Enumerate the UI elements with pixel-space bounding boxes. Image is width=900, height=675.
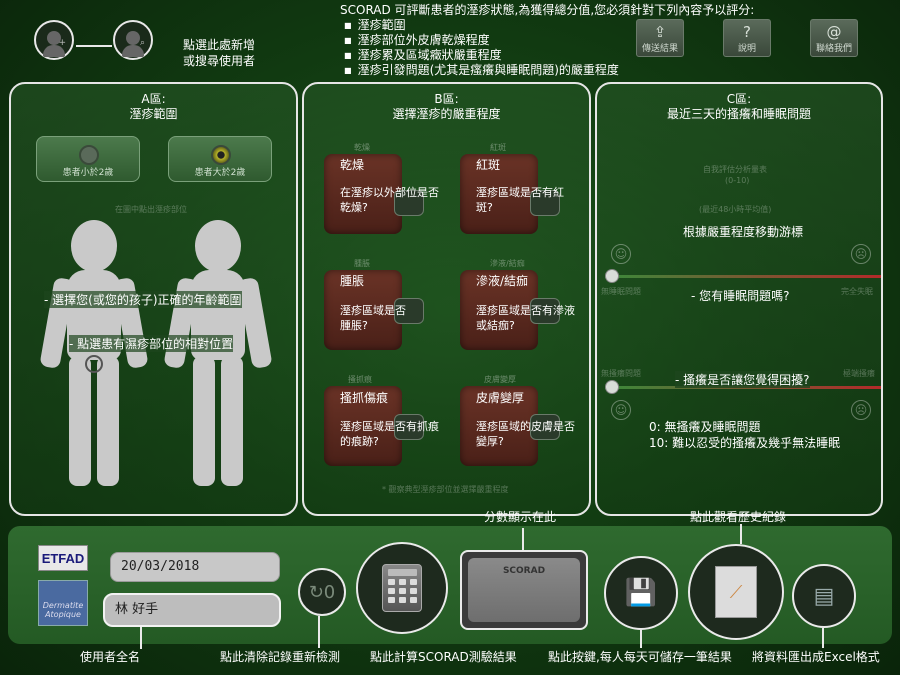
radio-selected-icon bbox=[211, 145, 231, 165]
panel-b: B區: 選擇溼疹的嚴重程度 乾燥 乾燥 在溼疹以外部位是否乾燥? 紅斑 紅斑 溼… bbox=[302, 82, 591, 516]
sleep-max-label: 完全失眠 bbox=[841, 287, 873, 296]
history-button[interactable]: ⟋ bbox=[688, 544, 784, 640]
sleep-slider-handle[interactable] bbox=[605, 269, 619, 283]
itch-min-label: 無搔癢問題 bbox=[601, 369, 641, 378]
legend-zero: 0: 無搔癢及睡眠問題 bbox=[649, 420, 761, 434]
intro-item: 溼疹範圍 bbox=[344, 18, 754, 33]
date-field[interactable]: 20/03/2018 bbox=[110, 552, 280, 582]
share-icon: ⇪ bbox=[653, 23, 667, 41]
send-results-button[interactable]: ⇪ 傳送結果 bbox=[636, 19, 684, 57]
severity-question: 溼疹區域是否腫脹? bbox=[340, 304, 406, 332]
user-name-field[interactable]: 林 好手 bbox=[103, 593, 281, 627]
score-callout: 分數顯示在此 bbox=[484, 510, 557, 524]
export-excel-button[interactable]: ▤ bbox=[792, 564, 856, 628]
plus-icon: + bbox=[58, 38, 66, 48]
reset-icon: ↻0 bbox=[308, 581, 336, 603]
area-marker-icon bbox=[85, 355, 103, 373]
panel-b-footer: * 觀察典型溼疹部位並選擇嚴重程度 bbox=[382, 485, 509, 494]
panel-c: C區: 最近三天的搔癢和睡眠問題 自我評估分析量表 (0-10) (最近48小時… bbox=[595, 82, 883, 516]
caption-reset: 點此清除記錄重新檢測 bbox=[220, 650, 341, 664]
severity-name: 皮膚變厚 bbox=[476, 391, 525, 405]
legend-ten: 10: 難以忍受的搔癢及幾乎無法睡眠 bbox=[649, 436, 841, 450]
instruction-location: - 點選患有濕疹部位的相對位置 bbox=[69, 335, 234, 352]
intro-text: SCORAD 可評斷患者的溼疹狀態,為獲得總分值,您必須針對下列內容予以評分: … bbox=[340, 3, 754, 78]
caption-calculate: 點此計算SCORAD測驗結果 bbox=[370, 650, 517, 664]
connector-line bbox=[76, 45, 112, 47]
severity-question: 溼疹區域是否有紅斑? bbox=[476, 186, 564, 214]
severity-question: 溼疹區域是否有抓痕的痕跡? bbox=[340, 420, 439, 448]
panel-a: A區: 溼疹範圍 患者小於2歲 患者大於2歲 在圖中點出溼疹部位 - 選擇您(或… bbox=[9, 82, 298, 516]
save-button[interactable]: 💾 bbox=[604, 556, 678, 630]
user-add-button[interactable]: + bbox=[34, 20, 74, 60]
score-display: SCORAD bbox=[460, 550, 588, 630]
severity-name: 腫脹 bbox=[340, 274, 365, 288]
severity-question: 在溼疹以外部位是否乾燥? bbox=[340, 186, 439, 214]
sleep-min-label: 無睡眠問題 bbox=[601, 287, 641, 296]
floppy-disk-icon: 💾 bbox=[624, 578, 658, 608]
radio-icon bbox=[79, 145, 99, 165]
sad-face-icon: ☹ bbox=[851, 400, 871, 420]
intro-item: 溼疹部位外皮膚乾燥程度 bbox=[344, 33, 754, 48]
dermatite-atopique-logo: Dermatite Atopique bbox=[38, 580, 88, 626]
age-over-2-button[interactable]: 患者大於2歲 bbox=[168, 136, 272, 182]
reset-button[interactable]: ↻0 bbox=[298, 568, 346, 616]
sad-face-icon: ☹ bbox=[851, 244, 871, 264]
user-icon bbox=[126, 31, 140, 45]
body-back-map[interactable] bbox=[163, 220, 273, 510]
sleep-question: - 您有睡眠問題嗎? bbox=[691, 289, 790, 303]
itch-slider-handle[interactable] bbox=[605, 380, 619, 394]
history-callout: 點此觀看歷史紀錄 bbox=[690, 510, 787, 524]
help-button[interactable]: ? 說明 bbox=[723, 19, 771, 57]
age-under-2-button[interactable]: 患者小於2歲 bbox=[36, 136, 140, 182]
instruction-age: - 選擇您(或您的孩子)正確的年齡範圍 bbox=[44, 291, 242, 308]
caption-save: 點此按鍵,每人每天可儲存一筆結果 bbox=[548, 650, 732, 664]
severity-question: 溼疹區域是否有滲液或結痂? bbox=[476, 304, 575, 332]
chart-document-icon: ⟋ bbox=[715, 566, 757, 618]
sleep-slider-track[interactable] bbox=[605, 275, 881, 278]
itch-question: - 搔癢是否讓您覺得困擾? bbox=[675, 371, 810, 388]
email-icon: @ bbox=[826, 23, 842, 41]
happy-face-icon: ☺ bbox=[611, 400, 631, 420]
caption-name: 使用者全名 bbox=[80, 650, 141, 664]
excel-export-icon: ▤ bbox=[813, 583, 835, 609]
slider-instruction: 根據嚴重程度移動游標 bbox=[683, 225, 804, 239]
severity-name: 搔抓傷痕 bbox=[340, 391, 389, 405]
calculate-button[interactable] bbox=[356, 542, 448, 634]
intro-item: 溼疹累及區域癥狀嚴重程度 bbox=[344, 48, 754, 63]
etfad-logo: ETFAD bbox=[38, 545, 88, 571]
panel-c-title: C區: 最近三天的搔癢和睡眠問題 bbox=[666, 92, 811, 121]
body-front-map[interactable] bbox=[39, 220, 149, 510]
severity-name: 滲液/結痂 bbox=[476, 274, 529, 288]
contact-button[interactable]: @ 聯絡我們 bbox=[810, 19, 858, 57]
intro-item: 溼疹引發問題(尤其是瘙癢與睡眠問題)的嚴重程度 bbox=[344, 63, 754, 78]
calculator-icon bbox=[382, 564, 422, 612]
body-map-hint: 在圖中點出溼疹部位 bbox=[115, 205, 187, 214]
caption-excel: 將資料匯出成Excel格式 bbox=[752, 650, 880, 664]
panel-b-title: B區: 選擇溼疹的嚴重程度 bbox=[392, 92, 501, 121]
severity-name: 乾燥 bbox=[340, 158, 365, 172]
user-hint: 點選此處新增 或搜尋使用者 bbox=[183, 38, 256, 68]
happy-face-icon: ☺ bbox=[611, 244, 631, 264]
score-value: SCORAD bbox=[468, 558, 580, 622]
panel-a-title: A區: 溼疹範圍 bbox=[129, 92, 178, 121]
severity-name: 紅斑 bbox=[476, 158, 501, 172]
itch-max-label: 極端搔癢 bbox=[843, 369, 875, 378]
search-icon: ⌕ bbox=[139, 38, 145, 48]
severity-question: 溼疹區域的皮膚是否變厚? bbox=[476, 420, 575, 448]
help-icon: ? bbox=[743, 23, 751, 41]
user-search-button[interactable]: ⌕ bbox=[113, 20, 153, 60]
